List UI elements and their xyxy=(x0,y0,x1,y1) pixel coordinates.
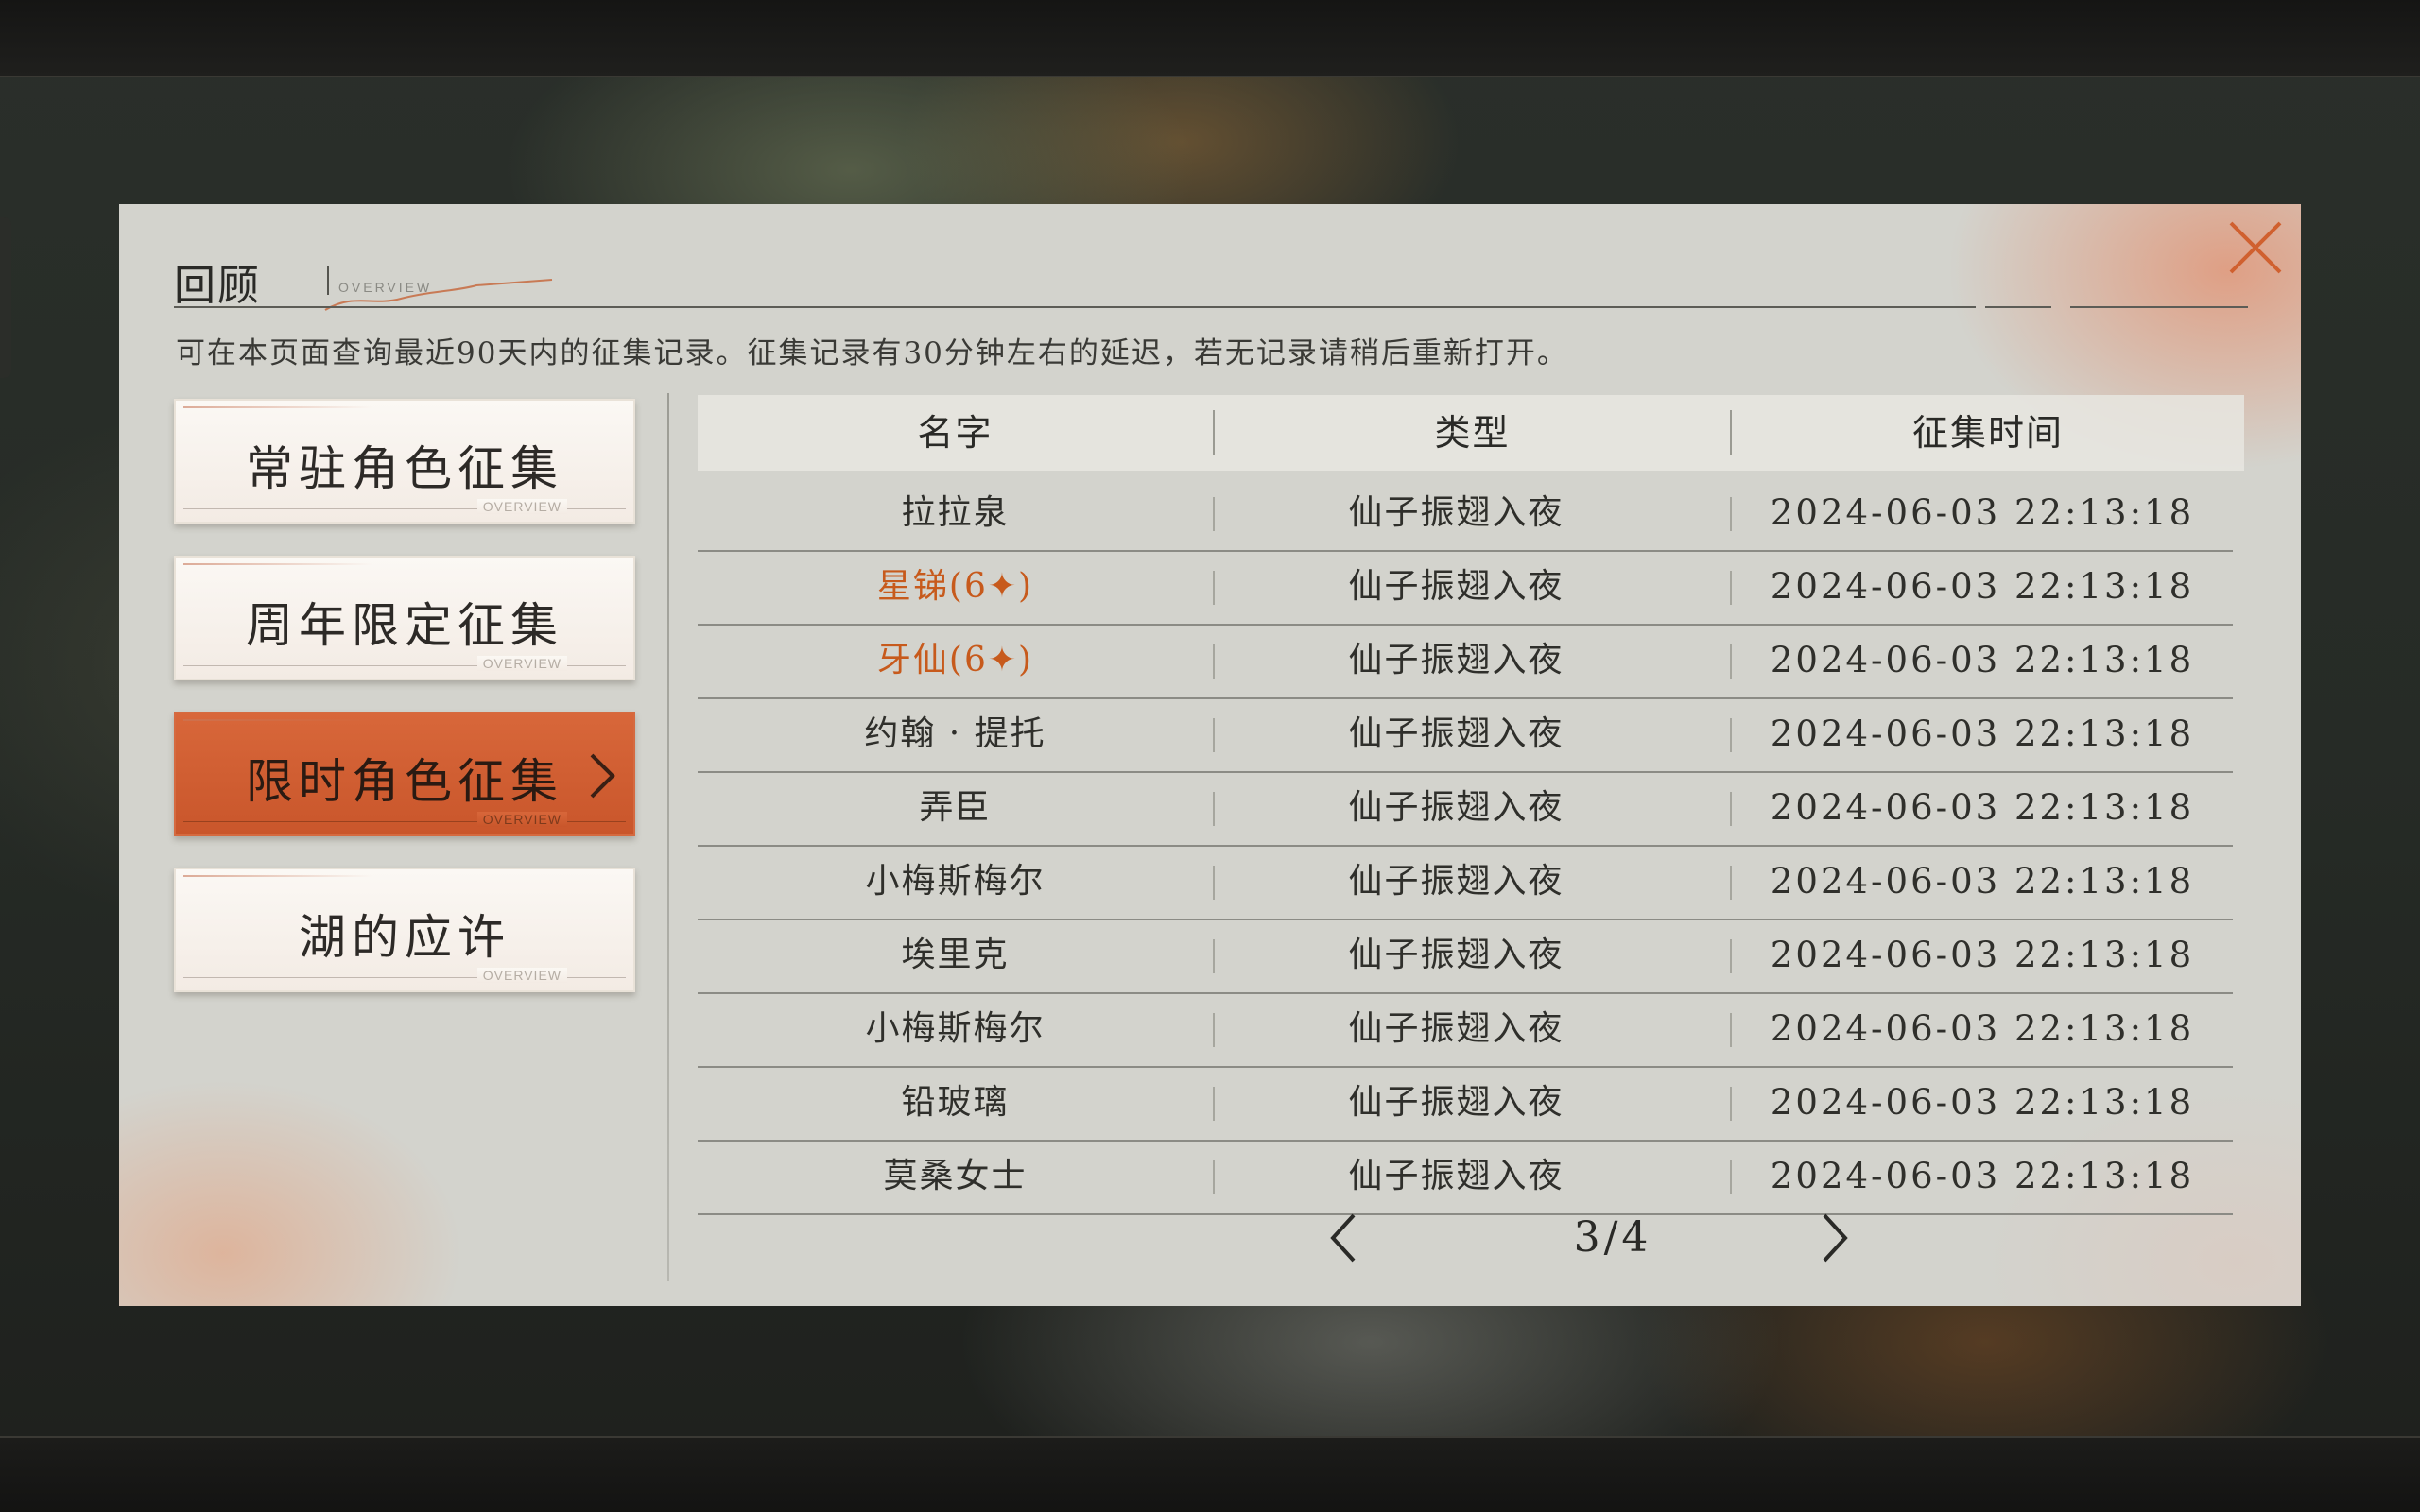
table-row: 小梅斯梅尔 仙子振翅入夜 2024-06-03 22:13:18 xyxy=(698,845,2233,920)
sidebar-divider xyxy=(667,393,669,1281)
cell-name-rare: 星锑(6✦) xyxy=(876,567,1034,606)
table-header: 名字 类型 征集时间 xyxy=(698,395,2244,471)
cell-name-rare: 牙仙(6✦) xyxy=(876,641,1034,679)
cell-time: 2024-06-03 22:13:18 xyxy=(1770,640,2195,680)
category-label: 周年限定征集 xyxy=(246,598,563,653)
button-decoration xyxy=(183,875,372,877)
cell-time: 2024-06-03 22:13:18 xyxy=(1770,787,2195,828)
page-indicator: 3/4 xyxy=(1573,1213,1652,1262)
chevron-left-icon[interactable] xyxy=(1323,1210,1365,1266)
cell-type: 仙子振翅入夜 xyxy=(1348,493,1564,532)
cell-type: 仙子振翅入夜 xyxy=(1348,1083,1564,1122)
cell-name: 拉拉泉 xyxy=(901,493,1010,532)
table-row: 约翰 · 提托 仙子振翅入夜 2024-06-03 22:13:18 xyxy=(698,697,2233,773)
cell-name: 铅玻璃 xyxy=(901,1083,1010,1122)
cell-type: 仙子振翅入夜 xyxy=(1348,714,1564,753)
button-overview-text: OVERVIEW xyxy=(476,499,567,514)
table-row: 星锑(6✦) 仙子振翅入夜 2024-06-03 22:13:18 xyxy=(698,550,2233,626)
button-decoration xyxy=(183,406,372,408)
column-header-time: 征集时间 xyxy=(1911,412,2064,454)
column-header-type: 类型 xyxy=(1434,412,1511,454)
history-panel: 回顾 OVERVIEW 可在本页面查询最近90天内的征集记录。征集记录有30分钟… xyxy=(119,204,2301,1306)
cell-name: 小梅斯梅尔 xyxy=(865,1009,1046,1048)
table-row: 牙仙(6✦) 仙子振翅入夜 2024-06-03 22:13:18 xyxy=(698,624,2233,699)
category-label: 限时角色征集 xyxy=(246,754,563,809)
top-bar xyxy=(0,0,2420,77)
cell-type: 仙子振翅入夜 xyxy=(1348,641,1564,679)
bottom-bar xyxy=(0,1436,2420,1512)
side-tab[interactable] xyxy=(0,217,11,378)
category-label: 常驻角色征集 xyxy=(246,441,563,496)
button-overview-text: OVERVIEW xyxy=(476,968,567,983)
page-title: 回顾 xyxy=(174,262,261,310)
button-overview-text: OVERVIEW xyxy=(476,656,567,671)
button-decoration xyxy=(183,719,372,721)
chevron-right-icon[interactable] xyxy=(1813,1210,1855,1266)
cell-time: 2024-06-03 22:13:18 xyxy=(1770,861,2195,902)
header-rule-end xyxy=(2070,306,2248,308)
table-row: 拉拉泉 仙子振翅入夜 2024-06-03 22:13:18 xyxy=(698,476,2233,552)
header-rule-short xyxy=(1985,306,2051,308)
panel-header: 回顾 OVERVIEW xyxy=(174,238,2301,311)
table-row: 铅玻璃 仙子振翅入夜 2024-06-03 22:13:18 xyxy=(698,1066,2233,1142)
button-decoration xyxy=(183,563,372,565)
cell-time: 2024-06-03 22:13:18 xyxy=(1770,492,2195,533)
cell-time: 2024-06-03 22:13:18 xyxy=(1770,935,2195,975)
header-rule xyxy=(174,306,1976,308)
pagination: 3/4 xyxy=(1301,1200,1944,1276)
category-limited-button[interactable]: 限时角色征集 OVERVIEW xyxy=(174,712,635,836)
category-lake-promise-button[interactable]: 湖的应许 OVERVIEW xyxy=(174,868,635,992)
cell-name: 小梅斯梅尔 xyxy=(865,862,1046,901)
table-row: 埃里克 仙子振翅入夜 2024-06-03 22:13:18 xyxy=(698,919,2233,994)
cell-time: 2024-06-03 22:13:18 xyxy=(1770,1008,2195,1049)
chevron-right-icon xyxy=(590,753,615,799)
cell-name: 莫桑女士 xyxy=(883,1157,1028,1195)
table-row: 小梅斯梅尔 仙子振翅入夜 2024-06-03 22:13:18 xyxy=(698,992,2233,1068)
cell-name: 埃里克 xyxy=(901,936,1010,974)
cell-time: 2024-06-03 22:13:18 xyxy=(1770,1082,2195,1123)
category-standard-button[interactable]: 常驻角色征集 OVERVIEW xyxy=(174,399,635,524)
cell-name: 弄臣 xyxy=(919,788,992,827)
category-anniversary-button[interactable]: 周年限定征集 OVERVIEW xyxy=(174,556,635,680)
record-description: 可在本页面查询最近90天内的征集记录。征集记录有30分钟左右的延迟，若无记录请稍… xyxy=(176,336,1568,370)
cell-type: 仙子振翅入夜 xyxy=(1348,936,1564,974)
cell-name: 约翰 · 提托 xyxy=(864,714,1046,753)
cell-type: 仙子振翅入夜 xyxy=(1348,1009,1564,1048)
column-header-name: 名字 xyxy=(917,412,994,454)
category-label: 湖的应许 xyxy=(299,910,510,965)
table-row: 弄臣 仙子振翅入夜 2024-06-03 22:13:18 xyxy=(698,771,2233,847)
button-overview-text: OVERVIEW xyxy=(476,812,567,827)
cell-type: 仙子振翅入夜 xyxy=(1348,788,1564,827)
cell-time: 2024-06-03 22:13:18 xyxy=(1770,713,2195,754)
cell-type: 仙子振翅入夜 xyxy=(1348,862,1564,901)
cell-type: 仙子振翅入夜 xyxy=(1348,567,1564,606)
cell-time: 2024-06-03 22:13:18 xyxy=(1770,566,2195,607)
